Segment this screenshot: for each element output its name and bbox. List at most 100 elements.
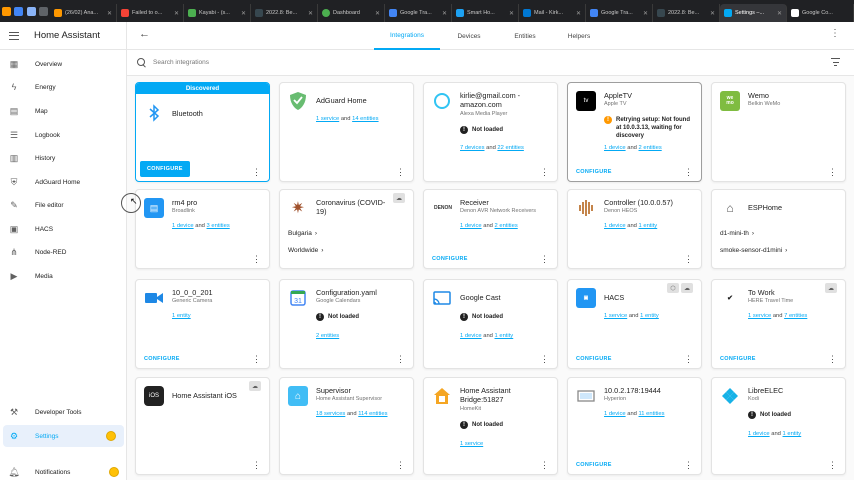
services-link[interactable]: 1 service — [748, 313, 771, 319]
close-icon[interactable]: ✕ — [710, 10, 715, 17]
integration-card-controller[interactable]: Controller (10.0.0.57) Denon HEOS 1 devi… — [567, 189, 702, 269]
services-link[interactable]: 18 services — [316, 411, 345, 417]
browser-tab[interactable]: Dashboard ✕ — [318, 4, 385, 22]
card-menu-icon[interactable]: ⋮ — [540, 255, 549, 264]
integration-card-to-work[interactable]: ☁ ✔︎ To Work HERE Travel Time 1 service … — [711, 279, 846, 369]
close-icon[interactable]: ✕ — [308, 10, 313, 17]
browser-tab[interactable]: Failed to o... ✕ — [117, 4, 184, 22]
entities-link[interactable]: 2 entities — [639, 145, 662, 151]
browser-tab[interactable]: 2022.8: Be... ✕ — [653, 4, 720, 22]
card-menu-icon[interactable]: ⋮ — [684, 168, 693, 177]
config-entry-d1-mini-th[interactable]: d1-mini-th › — [720, 230, 754, 237]
integration-card-esphome[interactable]: ⌂ ESPHome d1-mini-th › smoke-sensor-d1min… — [711, 189, 846, 269]
card-menu-icon[interactable]: ⋮ — [684, 461, 693, 470]
services-link[interactable]: 1 service — [316, 116, 339, 122]
pinned-tab[interactable] — [0, 0, 13, 22]
sidebar-item-notifications[interactable]: 🔔︎ Notifications — [0, 461, 127, 480]
close-icon[interactable]: ✕ — [643, 10, 648, 17]
config-entry-smoke-sensor[interactable]: smoke-sensor-d1mini › — [720, 247, 787, 254]
configure-button[interactable]: CONFIGURE — [576, 356, 612, 362]
integration-card-generic-camera[interactable]: 10_0_0_201 Generic Camera 1 entity CONFI… — [135, 279, 270, 369]
browser-tab[interactable]: Smart Ho... ✕ — [452, 4, 519, 22]
close-icon[interactable]: ✕ — [375, 10, 380, 17]
sidebar-item-hacs[interactable]: ▣ HACS — [0, 218, 127, 240]
configure-button[interactable]: CONFIGURE — [576, 462, 612, 468]
entities-link[interactable]: 1 entity — [495, 333, 514, 339]
configure-button[interactable]: CONFIGURE — [576, 169, 612, 175]
tab-helpers[interactable]: Helpers — [555, 22, 603, 50]
card-menu-icon[interactable]: ⋮ — [396, 168, 405, 177]
card-menu-icon[interactable]: ⋮ — [396, 461, 405, 470]
integration-card-ios[interactable]: ☁ iOS Home Assistant iOS ⋮ — [135, 377, 270, 475]
integration-card-rm4[interactable]: ▤ rm4 pro Broadlink 1 device and 3 entit… — [135, 189, 270, 269]
integration-card-hyperion[interactable]: 10.0.2.178:19444 Hyperion 1 device and 1… — [567, 377, 702, 475]
services-link[interactable]: 1 service — [460, 441, 483, 447]
configure-button[interactable]: CONFIGURE — [432, 256, 468, 262]
card-menu-icon[interactable]: ⋮ — [540, 355, 549, 364]
sidebar-item-history[interactable]: ▥ History — [0, 147, 127, 169]
browser-tab[interactable]: Google Tra... ✕ — [385, 4, 452, 22]
card-menu-icon[interactable]: ⋮ — [252, 355, 261, 364]
integration-card-hacs[interactable]: ⬡ ☁ ▣ HACS 1 service and 1 entity CONFIG… — [567, 279, 702, 369]
close-icon[interactable]: ✕ — [241, 10, 246, 17]
configure-button[interactable]: CONFIGURE — [720, 356, 756, 362]
close-icon[interactable]: ✕ — [174, 10, 179, 17]
card-menu-icon[interactable]: ⋮ — [252, 461, 261, 470]
sidebar-item-file-editor[interactable]: ✎ File editor — [0, 194, 127, 216]
close-icon[interactable]: ✕ — [107, 10, 112, 17]
integration-card-wemo[interactable]: we mo Wemo Belkin WeMo ⋮ — [711, 82, 846, 182]
integration-card-kodi[interactable]: LibreELEC Kodi ! Not loaded 1 device and … — [711, 377, 846, 475]
browser-tab[interactable]: Google Co... — [787, 4, 854, 22]
card-menu-icon[interactable]: ⋮ — [540, 168, 549, 177]
entities-link[interactable]: 7 entities — [784, 313, 807, 319]
pinned-tab[interactable] — [13, 0, 26, 22]
card-menu-icon[interactable]: ⋮ — [684, 355, 693, 364]
devices-link[interactable]: 1 device — [748, 431, 770, 437]
integration-card-appletv[interactable]: tv AppleTV Apple TV ! Retrying setup: Not… — [567, 82, 702, 182]
devices-link[interactable]: 1 device — [460, 223, 482, 229]
browser-tab[interactable]: Google Tra... ✕ — [586, 4, 653, 22]
services-link[interactable]: 1 service — [604, 313, 627, 319]
card-menu-icon[interactable]: ⋮ — [828, 461, 837, 470]
pinned-tab[interactable] — [38, 0, 51, 22]
entities-link[interactable]: 1 entity — [172, 313, 191, 319]
integration-card-homekit[interactable]: Home Assistant Bridge:51827 HomeKit ! Not… — [423, 377, 558, 475]
card-menu-icon[interactable]: ⋮ — [540, 461, 549, 470]
devices-link[interactable]: 1 device — [604, 223, 626, 229]
config-entry-worldwide[interactable]: Worldwide › — [288, 247, 323, 254]
sidebar-item-settings[interactable]: ⚙ Settings — [3, 425, 124, 447]
integration-card-supervisor[interactable]: ⌂ Supervisor Home Assistant Supervisor 1… — [279, 377, 414, 475]
tab-devices[interactable]: Devices — [445, 22, 493, 50]
card-menu-icon[interactable]: ⋮ — [828, 168, 837, 177]
sidebar-item-energy[interactable]: ϟ Energy — [0, 76, 127, 98]
card-menu-icon[interactable]: ⋮ — [252, 255, 261, 264]
devices-link[interactable]: 1 device — [604, 145, 626, 151]
config-entry-bulgaria[interactable]: Bulgaria › — [288, 230, 317, 237]
sidebar-item-media[interactable]: ▶ Media — [0, 265, 127, 287]
integration-card-google-cast[interactable]: Google Cast ! Not loaded 1 device and 1 e… — [423, 279, 558, 369]
menu-icon[interactable] — [9, 31, 19, 40]
entities-link[interactable]: 14 entities — [352, 116, 378, 122]
sidebar-item-map[interactable]: ▤ Map — [0, 100, 127, 122]
entities-link[interactable]: 22 entities — [497, 145, 523, 151]
devices-link[interactable]: 1 device — [604, 411, 626, 417]
browser-tab[interactable]: (26/02) Ana... ✕ — [50, 4, 117, 22]
close-icon[interactable]: ✕ — [777, 10, 782, 17]
browser-tab-active[interactable]: Settings –... ✕ — [720, 4, 787, 22]
devices-link[interactable]: 1 device — [460, 333, 482, 339]
card-menu-icon[interactable]: ⋮ — [684, 255, 693, 264]
search-input[interactable] — [153, 59, 453, 66]
sidebar-item-overview[interactable]: ▦ Overview — [0, 53, 127, 75]
entities-link[interactable]: 11 entities — [639, 411, 665, 417]
entities-link[interactable]: 2 entities — [316, 333, 339, 339]
sidebar-item-developer-tools[interactable]: ⚒ Developer Tools — [0, 401, 127, 423]
card-menu-icon[interactable]: ⋮ — [828, 355, 837, 364]
browser-tab[interactable]: Kayabi - (s... ✕ — [184, 4, 251, 22]
back-arrow-icon[interactable]: ← — [139, 28, 150, 40]
card-menu-icon[interactable]: ⋮ — [252, 168, 261, 177]
tab-integrations[interactable]: Integrations — [374, 22, 440, 50]
entities-link[interactable]: 3 entities — [207, 223, 230, 229]
sidebar-item-logbook[interactable]: ☰ Logbook — [0, 124, 127, 146]
browser-tab[interactable]: 2022.8: Be... ✕ — [251, 4, 318, 22]
integration-card-alexa[interactable]: kirlie@gmail.com - amazon.com Alexa Medi… — [423, 82, 558, 182]
